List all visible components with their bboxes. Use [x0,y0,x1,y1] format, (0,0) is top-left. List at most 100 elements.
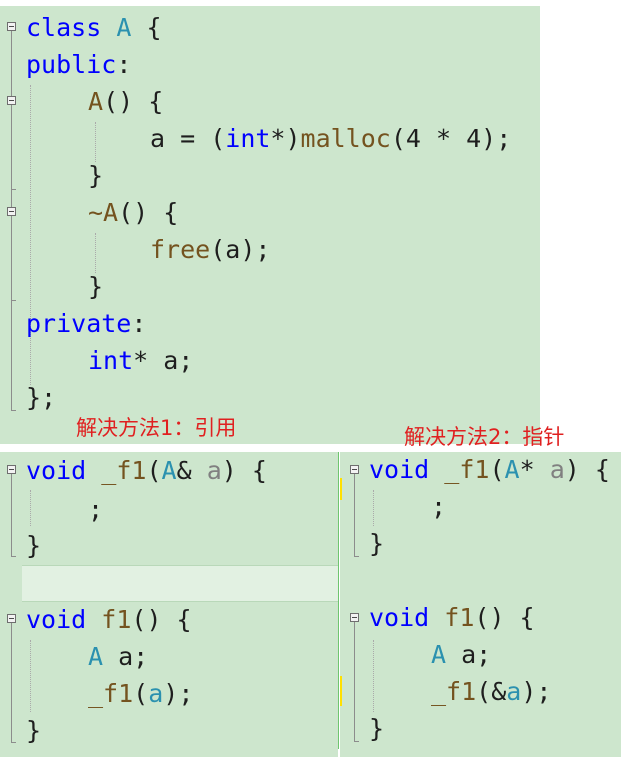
code-line-close: } [369,710,384,747]
semicolon: ; [88,495,104,524]
function-name: f1 [101,605,132,634]
keyword-void: void [26,605,87,634]
fold-end [11,742,16,743]
fold-guide-dtor [11,216,12,301]
fold-end [354,741,359,742]
call-argument: a [506,677,522,706]
call-argument: a [148,679,164,708]
function-malloc: malloc [300,124,391,153]
fold-guide-ctor [11,105,12,190]
function-name: _f1 [444,455,490,484]
panel-divider [338,452,339,749]
code-line-local-decl: A a; [88,638,148,675]
code-line-private: private: [26,305,146,342]
pointer-symbol: * [519,455,535,484]
indent-guide [30,640,31,712]
class-name: A [116,13,132,42]
fold-toggle-f1-ref[interactable] [7,465,16,474]
paren-open: ( [133,679,149,708]
reference-symbol: & [176,456,192,485]
function-call: _f1 [431,677,477,706]
annotation-solution-1: 解决方法1：引用 [76,416,237,440]
fold-toggle-f1-caller[interactable] [7,614,16,623]
code-line-dtor-close: } [88,268,103,305]
fold-end [11,556,16,557]
brace-close: } [369,714,385,743]
code-line-empty-statement: ; [88,491,103,528]
keyword-private: private [26,309,132,338]
brace-close: } [26,716,42,745]
code-line-close: } [26,527,41,564]
param-type: A [161,456,177,485]
current-line-highlight [22,565,338,602]
local-type: A [88,642,104,671]
fold-end-dtor [11,300,16,301]
keyword-void: void [26,456,87,485]
code-line-public: public: [26,46,131,83]
constructor-params: () { [103,87,164,116]
function-params: () { [131,605,192,634]
fold-toggle-class[interactable] [7,22,16,31]
call-end: ); [521,677,552,706]
param-name: a [206,456,222,485]
destructor-params: () { [118,198,179,227]
member-decl: * a; [133,346,194,375]
code-line-malloc: a = (int*)malloc(4 * 4); [150,120,511,157]
code-line-f1-ptr-sig: void _f1(A* a) { [369,451,610,488]
local-name: a; [118,642,149,671]
code-line-call: _f1(&a); [431,673,551,710]
fold-toggle-f1-ptr[interactable] [350,465,359,474]
brace-close: } [88,161,104,190]
fold-end-class [11,410,16,411]
annotation-solution-2: 解决方法2：指针 [404,425,565,449]
fold-end-ctor [11,189,16,190]
param-name: a [549,455,565,484]
code-line-f1-ref-sig: void _f1(A& a) { [26,452,267,489]
destructor-name: ~A [88,198,119,227]
fold-end [354,556,359,557]
brace-close: } [26,531,42,560]
code-line-close: } [369,525,384,562]
brace-open: { [131,13,162,42]
param-type: A [504,455,520,484]
indent-guide [95,122,96,162]
paren-open: ( [146,456,162,485]
free-args: (a); [210,235,271,264]
indent-guide [373,490,374,526]
code-line-class-decl: class A { [26,9,162,46]
fold-guide [11,474,12,557]
indent-guide [95,233,96,273]
malloc-args: (4 * 4); [390,124,512,153]
fold-toggle-f1-caller-ptr[interactable] [350,613,359,622]
change-marker [340,478,342,500]
fold-toggle-ctor[interactable] [7,96,16,105]
local-type: A [431,640,447,669]
brace-close: } [369,529,385,558]
keyword-void: void [369,603,430,632]
code-line-call: _f1(a); [88,675,193,712]
call-end: ); [163,679,194,708]
local-name: a; [461,640,492,669]
semicolon: ; [431,492,447,521]
function-name: _f1 [101,456,147,485]
code-line-f1-sig: void f1() { [369,599,535,636]
function-params: () { [474,603,535,632]
keyword-void: void [369,455,430,484]
code-line-member: int* a; [88,342,193,379]
keyword-public: public [26,50,117,79]
code-line-empty-statement: ; [431,488,446,525]
signature-end: ) { [221,456,267,485]
code-line-close: } [26,712,41,749]
fold-toggle-dtor[interactable] [7,207,16,216]
code-line-f1-sig: void f1() { [26,601,192,638]
change-marker [340,676,342,706]
code-line-class-end: }; [26,379,56,416]
indent-guide [30,490,31,526]
code-line-free: free(a); [150,231,270,268]
class-end: }; [26,383,57,412]
fold-guide [354,474,355,557]
constructor-name: A [88,87,104,116]
function-free: free [150,235,211,264]
paren-open: ( [489,455,505,484]
function-call: _f1 [88,679,134,708]
